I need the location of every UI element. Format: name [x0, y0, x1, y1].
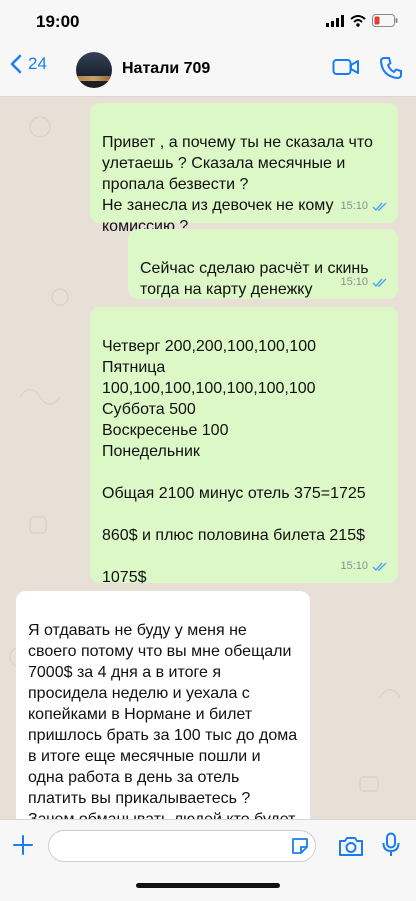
message-text: Привет , а почему ты не сказала что улет… [102, 134, 373, 235]
message-bubble-outgoing[interactable]: Привет , а почему ты не сказала что улет… [90, 103, 398, 235]
message-meta: 15:10 [340, 556, 388, 577]
signal-icon [326, 14, 344, 27]
status-icons [326, 14, 398, 27]
home-indicator[interactable] [136, 883, 280, 888]
message-time: 15:10 [340, 276, 368, 288]
chat-header: 24 Натали 709 [0, 44, 416, 97]
camera-icon[interactable] [338, 835, 364, 857]
contact-name[interactable]: Натали 709 [122, 60, 210, 78]
message-bubble-outgoing[interactable]: Сейчас сделаю расчёт и скинь тогда на ка… [128, 229, 398, 299]
composer-bar [0, 819, 416, 901]
status-bar: 19:00 [0, 0, 416, 44]
message-time: 15:10 [340, 560, 368, 572]
chat-area[interactable]: Привет , а почему ты не сказала что улет… [0, 97, 416, 819]
message-time: 15:10 [340, 200, 368, 212]
video-call-icon[interactable] [332, 56, 360, 78]
message-bubble-outgoing[interactable]: Четверг 200,200,100,100,100 Пятница 100,… [90, 307, 398, 586]
read-ticks-icon [372, 562, 387, 571]
battery-icon [372, 14, 398, 27]
phone-icon[interactable] [380, 56, 402, 80]
header-actions [332, 56, 402, 80]
read-ticks-icon [372, 278, 387, 287]
status-time: 19:00 [36, 12, 80, 31]
message-text: Сейчас сделаю расчёт и скинь тогда на ка… [140, 260, 369, 298]
message-text: Четверг 200,200,100,100,100 Пятница 100,… [102, 338, 366, 586]
message-meta: 15:10 [340, 196, 388, 217]
unread-count: 24 [28, 54, 47, 73]
chevron-left-icon [10, 54, 22, 74]
message-input[interactable] [48, 830, 316, 862]
read-ticks-icon [372, 202, 387, 211]
avatar[interactable] [76, 52, 112, 88]
message-text: Я отдавать не буду у меня не своего пото… [28, 622, 298, 819]
message-meta: 15:10 [340, 272, 388, 293]
plus-icon[interactable] [12, 834, 34, 856]
wifi-icon [350, 14, 366, 27]
back-button[interactable]: 24 [10, 54, 47, 74]
microphone-icon[interactable] [382, 832, 400, 858]
sticker-icon[interactable] [290, 836, 310, 856]
message-bubble-incoming[interactable]: Я отдавать не буду у меня не своего пото… [16, 591, 310, 819]
